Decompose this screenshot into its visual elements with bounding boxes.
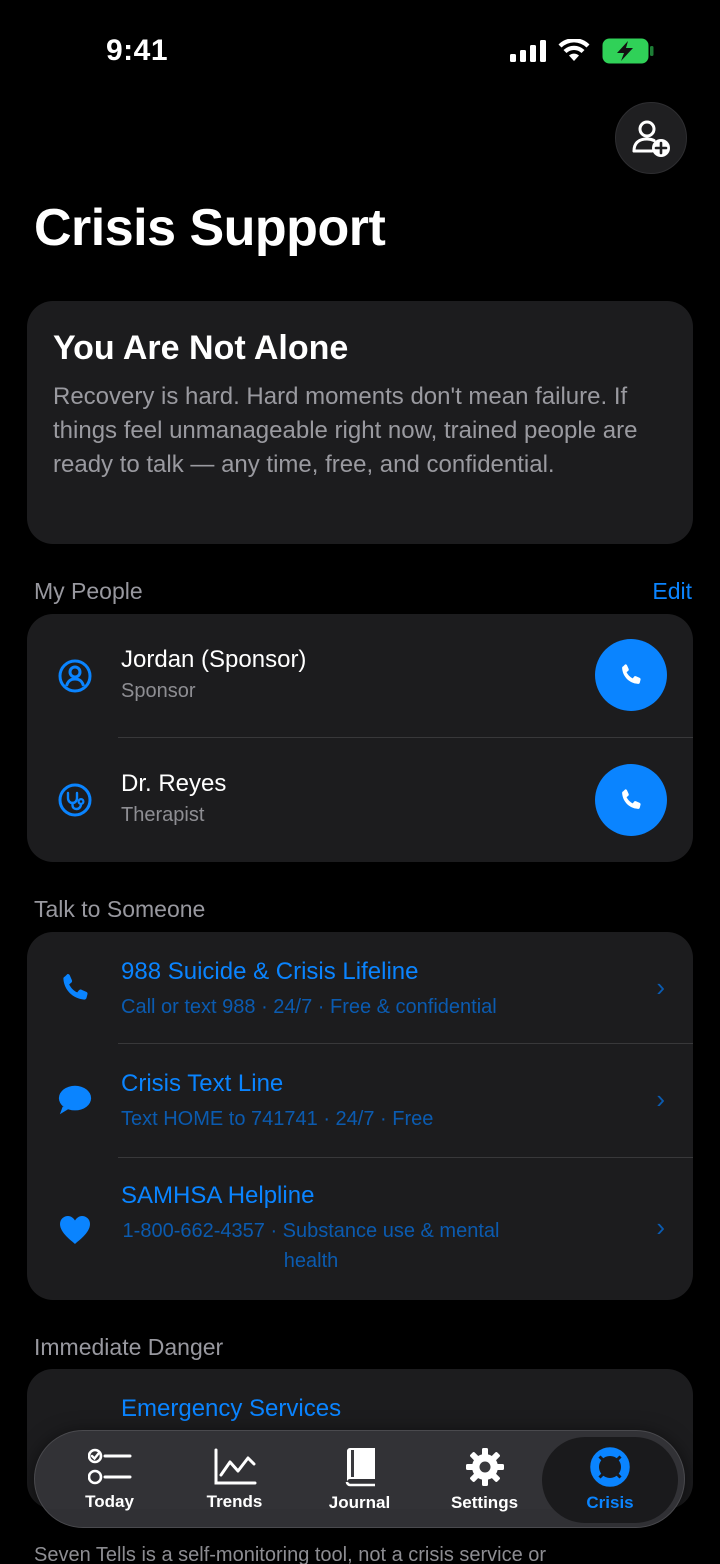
phone-icon (622, 789, 641, 809)
call-reyes-button[interactable] (595, 764, 667, 836)
samhsa-row[interactable]: SAMHSA Helpline 1-800-662-4357 · Substan… (27, 1158, 693, 1300)
page-title: Crisis Support (34, 199, 386, 257)
section-label-my-people: My People (34, 578, 143, 604)
link-title: 988 Suicide & Crisis Lifeline (121, 958, 419, 985)
tab-label: Settings (450, 1493, 519, 1512)
link-text: Crisis Text Line Text HOME to 741741 · 2… (121, 1070, 433, 1134)
not-alone-card: You Are Not Alone Recovery is hard. Hard… (27, 301, 693, 544)
link-subtitle: Call or text 988 · 24/7 · Free & confide… (121, 996, 497, 1018)
contact-name: Jordan (Sponsor) (121, 646, 307, 673)
tab-bar: Today Trends Journal Settings Crisis (34, 1430, 685, 1528)
tab-label: Crisis (586, 1493, 634, 1512)
edit-button[interactable]: Edit (652, 578, 692, 605)
status-time: 9:41 (106, 34, 169, 67)
talk-card: 988 Suicide & Crisis Lifeline Call or te… (27, 932, 693, 1300)
section-label-talk: Talk to Someone (34, 896, 206, 922)
battery-charging-icon (602, 38, 654, 64)
message-bubble-icon (57, 1082, 93, 1118)
chevron-right-icon: › (656, 972, 665, 1002)
disclaimer-text: Seven Tells is a self-monitoring tool, n… (34, 1544, 547, 1564)
chevron-right-icon: › (656, 1212, 665, 1242)
link-subtitle: Text HOME to 741741 · 24/7 · Free (121, 1108, 434, 1130)
card-title: You Are Not Alone (53, 329, 349, 367)
contact-text: Dr. Reyes Therapist (121, 770, 226, 827)
wifi-icon (558, 39, 590, 61)
text-line-row[interactable]: Crisis Text Line Text HOME to 741741 · 2… (27, 1044, 693, 1158)
add-contact-button[interactable] (615, 102, 687, 174)
link-subtitle: 1-800-662-4357 · Substance use & mental … (122, 1220, 500, 1272)
link-text: Emergency Services (121, 1395, 341, 1423)
tab-label: Trends (206, 1492, 263, 1511)
person-circle-icon (57, 658, 93, 694)
phone-icon (622, 664, 641, 684)
link-title: Crisis Text Line (121, 1070, 284, 1097)
contact-name: Dr. Reyes (121, 770, 227, 797)
tab-journal[interactable]: Journal (297, 1431, 422, 1529)
lifeline-row[interactable]: 988 Suicide & Crisis Lifeline Call or te… (27, 932, 693, 1044)
lifebuoy-icon (590, 1447, 630, 1487)
link-title: SAMHSA Helpline (121, 1182, 315, 1209)
card-body: Recovery is hard. Hard moments don't mea… (53, 383, 638, 478)
link-text: SAMHSA Helpline 1-800-662-4357 · Substan… (121, 1182, 531, 1276)
contact-role: Sponsor (121, 680, 196, 702)
section-label-danger: Immediate Danger (34, 1334, 224, 1360)
contact-row-reyes[interactable]: Dr. Reyes Therapist (27, 738, 693, 862)
status-icons (510, 38, 654, 64)
heart-icon (57, 1212, 93, 1248)
crisis-support-screen: 9:41 Crisis Support You Are Not Alone Re… (0, 0, 720, 1564)
link-text: 988 Suicide & Crisis Lifeline Call or te… (121, 958, 497, 1022)
chart-line-icon (214, 1448, 256, 1485)
checklist-icon (87, 1448, 131, 1485)
contact-row-jordan[interactable]: Jordan (Sponsor) Sponsor (27, 614, 693, 738)
stethoscope-icon (57, 782, 93, 818)
tab-label: Today (85, 1492, 134, 1511)
call-jordan-button[interactable] (595, 639, 667, 711)
gear-icon (465, 1448, 504, 1486)
book-icon (345, 1448, 375, 1487)
cellular-signal-icon (510, 40, 546, 62)
contact-role: Therapist (121, 804, 205, 826)
tab-label: Journal (328, 1493, 391, 1512)
tab-today[interactable]: Today (47, 1431, 172, 1529)
tab-crisis[interactable]: Crisis (542, 1437, 678, 1523)
my-people-card: Jordan (Sponsor) Sponsor Dr. Reyes Thera… (27, 614, 693, 862)
link-title: Emergency Services (121, 1395, 342, 1422)
tab-trends[interactable]: Trends (172, 1431, 297, 1529)
person-add-icon (632, 120, 670, 157)
chevron-right-icon: › (656, 1084, 665, 1114)
contact-text: Jordan (Sponsor) Sponsor (121, 646, 306, 703)
phone-icon (57, 970, 93, 1006)
tab-settings[interactable]: Settings (422, 1431, 547, 1529)
